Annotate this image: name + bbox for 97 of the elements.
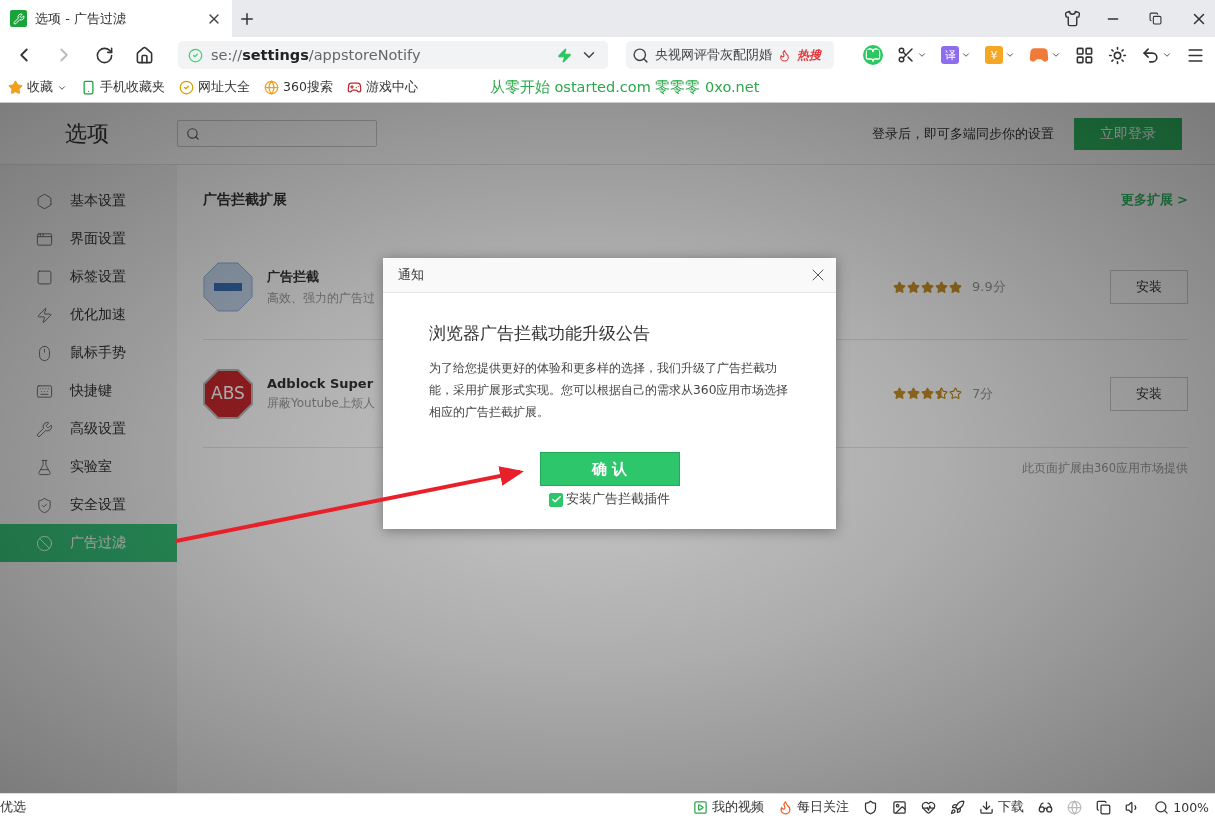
url-text: se://settings/appstoreNotify [211, 47, 422, 63]
mouse-icon [36, 344, 53, 362]
install-button[interactable]: 安装 [1110, 376, 1188, 411]
caret-icon[interactable] [1162, 50, 1172, 60]
status-link[interactable]: 下载 [979, 799, 1025, 816]
empty-star-icon [949, 387, 962, 400]
star-icon [935, 280, 948, 294]
promo-link[interactable]: 从零开始 ostarted.com 零零零 0xo.net [489, 78, 760, 97]
sun-icon[interactable] [1108, 45, 1127, 65]
glasses-icon[interactable] [1038, 800, 1054, 815]
sidebar-item[interactable]: 高级设置 [0, 410, 177, 448]
bookmark-link[interactable]: 游戏中心 [346, 79, 418, 96]
star-icon [907, 387, 920, 400]
translate-icon[interactable]: 译 [941, 46, 959, 64]
status-link[interactable]: 每日关注 [778, 799, 850, 816]
status-text: 优选 [0, 799, 26, 816]
ban-icon [36, 534, 53, 552]
star-icon [907, 280, 920, 294]
status-link[interactable]: 我的视频 [693, 799, 765, 816]
zoom-icon [1154, 800, 1170, 815]
search-field[interactable] [177, 120, 377, 147]
heart-icon[interactable] [921, 800, 937, 815]
half-star-icon [935, 387, 948, 400]
extension-description: 高效、强力的广告过 [267, 289, 376, 307]
bookmark-link[interactable]: 网址大全 [179, 79, 250, 96]
logo-text: ABS [210, 382, 246, 403]
flask-icon [36, 458, 53, 476]
status-link[interactable]: 100% [1154, 800, 1209, 815]
rocket-icon[interactable] [950, 800, 966, 815]
image-icon[interactable] [892, 800, 908, 815]
home-icon[interactable] [134, 45, 154, 65]
phone-icon [81, 80, 96, 95]
shield-icon [36, 496, 53, 514]
caret-icon[interactable] [961, 50, 971, 60]
gamepad-icon [346, 80, 362, 95]
star-icon [8, 80, 23, 95]
hexagon-icon [36, 192, 53, 210]
wrench-icon [10, 10, 27, 27]
wrench-icon [36, 420, 53, 438]
sidebar-item[interactable]: 安全设置 [0, 486, 177, 524]
star-icon [893, 387, 906, 400]
page-title: 选项 [64, 119, 110, 148]
sidebar-item[interactable]: 界面设置 [0, 220, 177, 258]
search-field[interactable]: 央视网评骨灰配阴婚 热搜 [626, 41, 834, 69]
checkbox-label: 安装广告拦截插件 [566, 491, 670, 508]
dialog-message: 为了给您提供更好的体验和更多样的选择，我们升级了广告拦截功能，采用扩展形式实现。您可以根据自己的需求从360应用市场选择相应的广告拦截扩展。 [429, 360, 790, 421]
scissors-icon[interactable] [897, 46, 915, 64]
star-icon [921, 387, 934, 400]
score: 9.9分 [972, 278, 1006, 296]
star-icon [921, 280, 934, 294]
sidebar-item[interactable]: 优化加速 [0, 296, 177, 334]
tab-icon [36, 268, 53, 286]
stop-sign-icon [203, 368, 253, 419]
bookmark-link[interactable]: 手机收藏夹 [81, 79, 165, 96]
search-icon [186, 126, 200, 141]
search-icon [632, 46, 649, 64]
sidebar-item[interactable]: 基本设置 [0, 182, 177, 220]
section-title: 广告拦截扩展 [203, 191, 287, 209]
window-icon [36, 230, 53, 248]
star-icon [893, 280, 906, 294]
grid-icon[interactable] [1075, 45, 1094, 65]
window-icon[interactable] [1096, 800, 1112, 815]
keyboard-icon [36, 382, 53, 400]
sidebar-item[interactable]: 标签设置 [0, 258, 177, 296]
secure-icon [188, 47, 203, 63]
play-icon [693, 800, 709, 815]
sidebar-item[interactable]: 鼠标手势 [0, 334, 177, 372]
score: 7分 [972, 384, 994, 403]
dialog-heading: 浏览器广告拦截功能升级公告 [429, 323, 650, 345]
shirt-icon[interactable] [1063, 10, 1081, 27]
address-bar[interactable]: se://settings/appstoreNotify [178, 41, 608, 69]
stop-sign-icon [203, 262, 253, 312]
sync-note: 登录后，即可多端同步你的设置 [872, 124, 1054, 143]
install-button[interactable]: 安装 [1110, 270, 1188, 304]
star-icon [949, 280, 962, 294]
extension-name: 广告拦截 [267, 267, 320, 286]
extension-name: Adblock Super [267, 375, 375, 391]
checkbox[interactable] [549, 492, 563, 507]
lightning-icon [36, 306, 53, 324]
flame-icon [778, 48, 791, 62]
browser-tab[interactable]: 选项 - 广告过滤 [0, 0, 232, 37]
caret-icon[interactable] [1005, 50, 1015, 60]
undo-icon[interactable] [1141, 45, 1160, 65]
dialog-title: 通知 [398, 266, 424, 284]
restore-icon[interactable] [1148, 12, 1162, 25]
sidebar-item[interactable]: 实验室 [0, 448, 177, 486]
reload-icon[interactable] [94, 45, 114, 65]
sidebar-item[interactable]: 快捷键 [0, 372, 177, 410]
shield-icon[interactable] [863, 800, 879, 815]
bookmark-link[interactable]: 收藏 [8, 79, 67, 96]
download-icon [979, 800, 995, 815]
hot-search-label: 热搜 [797, 46, 821, 64]
bookmark-link[interactable]: 360搜索 [264, 79, 333, 96]
caret-icon[interactable] [917, 50, 927, 60]
search-text: 央视网评骨灰配阴婚 [655, 46, 772, 64]
gamepad-icon[interactable] [1029, 45, 1049, 65]
caret-icon[interactable] [1051, 50, 1061, 60]
